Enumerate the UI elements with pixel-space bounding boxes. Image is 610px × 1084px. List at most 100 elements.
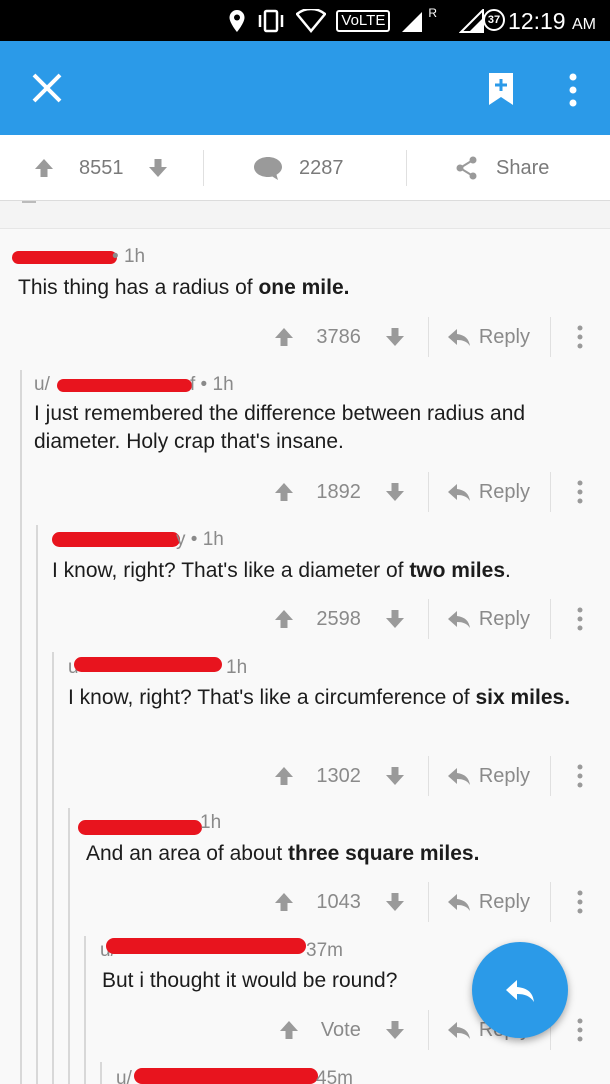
share-button[interactable]: Share bbox=[456, 135, 549, 201]
divider bbox=[406, 150, 407, 186]
upvote-icon[interactable] bbox=[279, 1020, 299, 1040]
downvote-icon[interactable] bbox=[385, 609, 405, 629]
comment-time: 45m bbox=[316, 1068, 353, 1084]
signal-icon bbox=[402, 9, 426, 32]
reply-icon[interactable] bbox=[447, 609, 471, 629]
divider bbox=[427, 472, 429, 512]
upvote-icon[interactable] bbox=[274, 327, 294, 347]
comment-actions: 2598 Reply bbox=[274, 597, 610, 641]
comment-score: 3786 bbox=[316, 325, 361, 348]
reply-label[interactable]: Reply bbox=[479, 481, 530, 504]
post-comments-button[interactable]: 2287 bbox=[253, 135, 344, 201]
comment-text: I just remembered the difference between… bbox=[34, 402, 526, 453]
clock-time: 12:19 bbox=[508, 8, 566, 34]
reply-icon[interactable] bbox=[447, 327, 471, 347]
username-suffix: f bbox=[190, 374, 196, 395]
time-value: 37m bbox=[306, 940, 343, 961]
status-icons: VoLTE R bbox=[228, 6, 485, 34]
time-value: 1h bbox=[226, 657, 248, 678]
upvote-icon[interactable] bbox=[274, 482, 294, 502]
divider bbox=[550, 472, 551, 512]
time-value: 1h bbox=[200, 812, 222, 833]
roaming-indicator: R bbox=[428, 6, 437, 20]
comment-body: I know, right? That's like a circumferen… bbox=[68, 684, 588, 712]
divider bbox=[427, 756, 429, 796]
reply-label[interactable]: Reply bbox=[479, 326, 530, 349]
more-vert-icon[interactable] bbox=[576, 480, 584, 504]
more-vert-icon[interactable] bbox=[576, 1018, 584, 1042]
close-icon[interactable] bbox=[30, 71, 64, 105]
comment: y • 1h I know, right? That's like a diam… bbox=[0, 517, 610, 647]
downvote-icon[interactable] bbox=[385, 766, 405, 786]
comment-text-bold: one mile. bbox=[258, 276, 350, 299]
reply-icon[interactable] bbox=[447, 1020, 471, 1040]
username-prefix: u/ bbox=[116, 1068, 132, 1084]
more-vert-icon[interactable] bbox=[576, 764, 584, 788]
downvote-icon[interactable] bbox=[148, 158, 168, 178]
upvote-icon[interactable] bbox=[274, 766, 294, 786]
battery-icon: 37 bbox=[483, 9, 505, 31]
post-score: 8551 bbox=[79, 156, 124, 179]
comment-time: 1h bbox=[200, 812, 221, 834]
reply-icon[interactable] bbox=[447, 482, 471, 502]
downvote-icon[interactable] bbox=[385, 892, 405, 912]
downvote-icon[interactable] bbox=[385, 327, 405, 347]
downvote-icon[interactable] bbox=[385, 482, 405, 502]
reply-icon[interactable] bbox=[447, 892, 471, 912]
upvote-icon[interactable] bbox=[274, 892, 294, 912]
post-action-bar: 8551 2287 Share bbox=[0, 135, 610, 201]
comment-body: I just remembered the difference between… bbox=[34, 400, 594, 456]
comment-text: I know, right? That's like a diameter of bbox=[52, 559, 410, 582]
signal-2-icon bbox=[459, 9, 484, 33]
comment-text: This thing has a radius of bbox=[18, 276, 259, 299]
comment-text: But i thought it would be round? bbox=[102, 969, 398, 992]
comment-time: • 1h bbox=[112, 246, 146, 267]
divider bbox=[427, 1010, 429, 1050]
redacted-username bbox=[57, 379, 192, 392]
comment-text: I know, right? That's like a circumferen… bbox=[68, 686, 476, 709]
divider bbox=[550, 317, 551, 357]
comment-time: y • 1h bbox=[176, 529, 224, 550]
comment-text: And an area of about bbox=[86, 842, 288, 865]
more-vert-icon[interactable] bbox=[566, 73, 580, 107]
vote-label: Vote bbox=[320, 1018, 361, 1041]
reply-icon[interactable] bbox=[447, 766, 471, 786]
comment-time: 1h bbox=[226, 657, 247, 679]
upvote-icon[interactable] bbox=[34, 158, 54, 178]
location-icon bbox=[229, 10, 245, 32]
divider bbox=[427, 599, 429, 639]
comment: u 1h I know, right? That's like a circum… bbox=[0, 647, 610, 802]
redacted-username bbox=[134, 1068, 318, 1084]
volte-indicator: VoLTE bbox=[336, 10, 391, 32]
time-value: 1h bbox=[212, 374, 234, 395]
comment-time: f • 1h bbox=[190, 374, 234, 395]
more-vert-icon[interactable] bbox=[576, 607, 584, 631]
upvote-icon[interactable] bbox=[274, 609, 294, 629]
comment-actions: 1302 Reply bbox=[274, 754, 610, 798]
redacted-username bbox=[74, 657, 222, 672]
comment-username: u/ bbox=[116, 1068, 132, 1084]
comment-actions: 3786 Reply bbox=[274, 315, 610, 359]
more-vert-icon[interactable] bbox=[576, 890, 584, 914]
comment-score: 1892 bbox=[316, 480, 361, 503]
comment-score: 1302 bbox=[316, 764, 361, 787]
comment-icon bbox=[254, 157, 282, 180]
username-prefix: u/ bbox=[34, 374, 50, 395]
reply-fab[interactable] bbox=[472, 942, 568, 1038]
comment-score: 1043 bbox=[316, 890, 361, 913]
more-vert-icon[interactable] bbox=[576, 325, 584, 349]
comment-time: 37m bbox=[306, 940, 343, 962]
reply-label[interactable]: Reply bbox=[479, 765, 530, 788]
share-label: Share bbox=[496, 156, 550, 179]
time-value: 1h bbox=[202, 529, 224, 550]
reply-label[interactable]: Reply bbox=[479, 608, 530, 631]
divider bbox=[550, 599, 551, 639]
downvote-icon[interactable] bbox=[385, 1020, 405, 1040]
sort-icon bbox=[22, 201, 36, 203]
status-bar: VoLTE R 37 12:19 AM bbox=[0, 0, 610, 41]
bookmark-add-icon[interactable] bbox=[489, 73, 513, 105]
clock: 12:19 AM bbox=[508, 8, 596, 38]
reply-label[interactable]: Reply bbox=[479, 891, 530, 914]
comment-body: And an area of about three square miles. bbox=[86, 840, 591, 868]
sort-header[interactable] bbox=[0, 201, 610, 229]
